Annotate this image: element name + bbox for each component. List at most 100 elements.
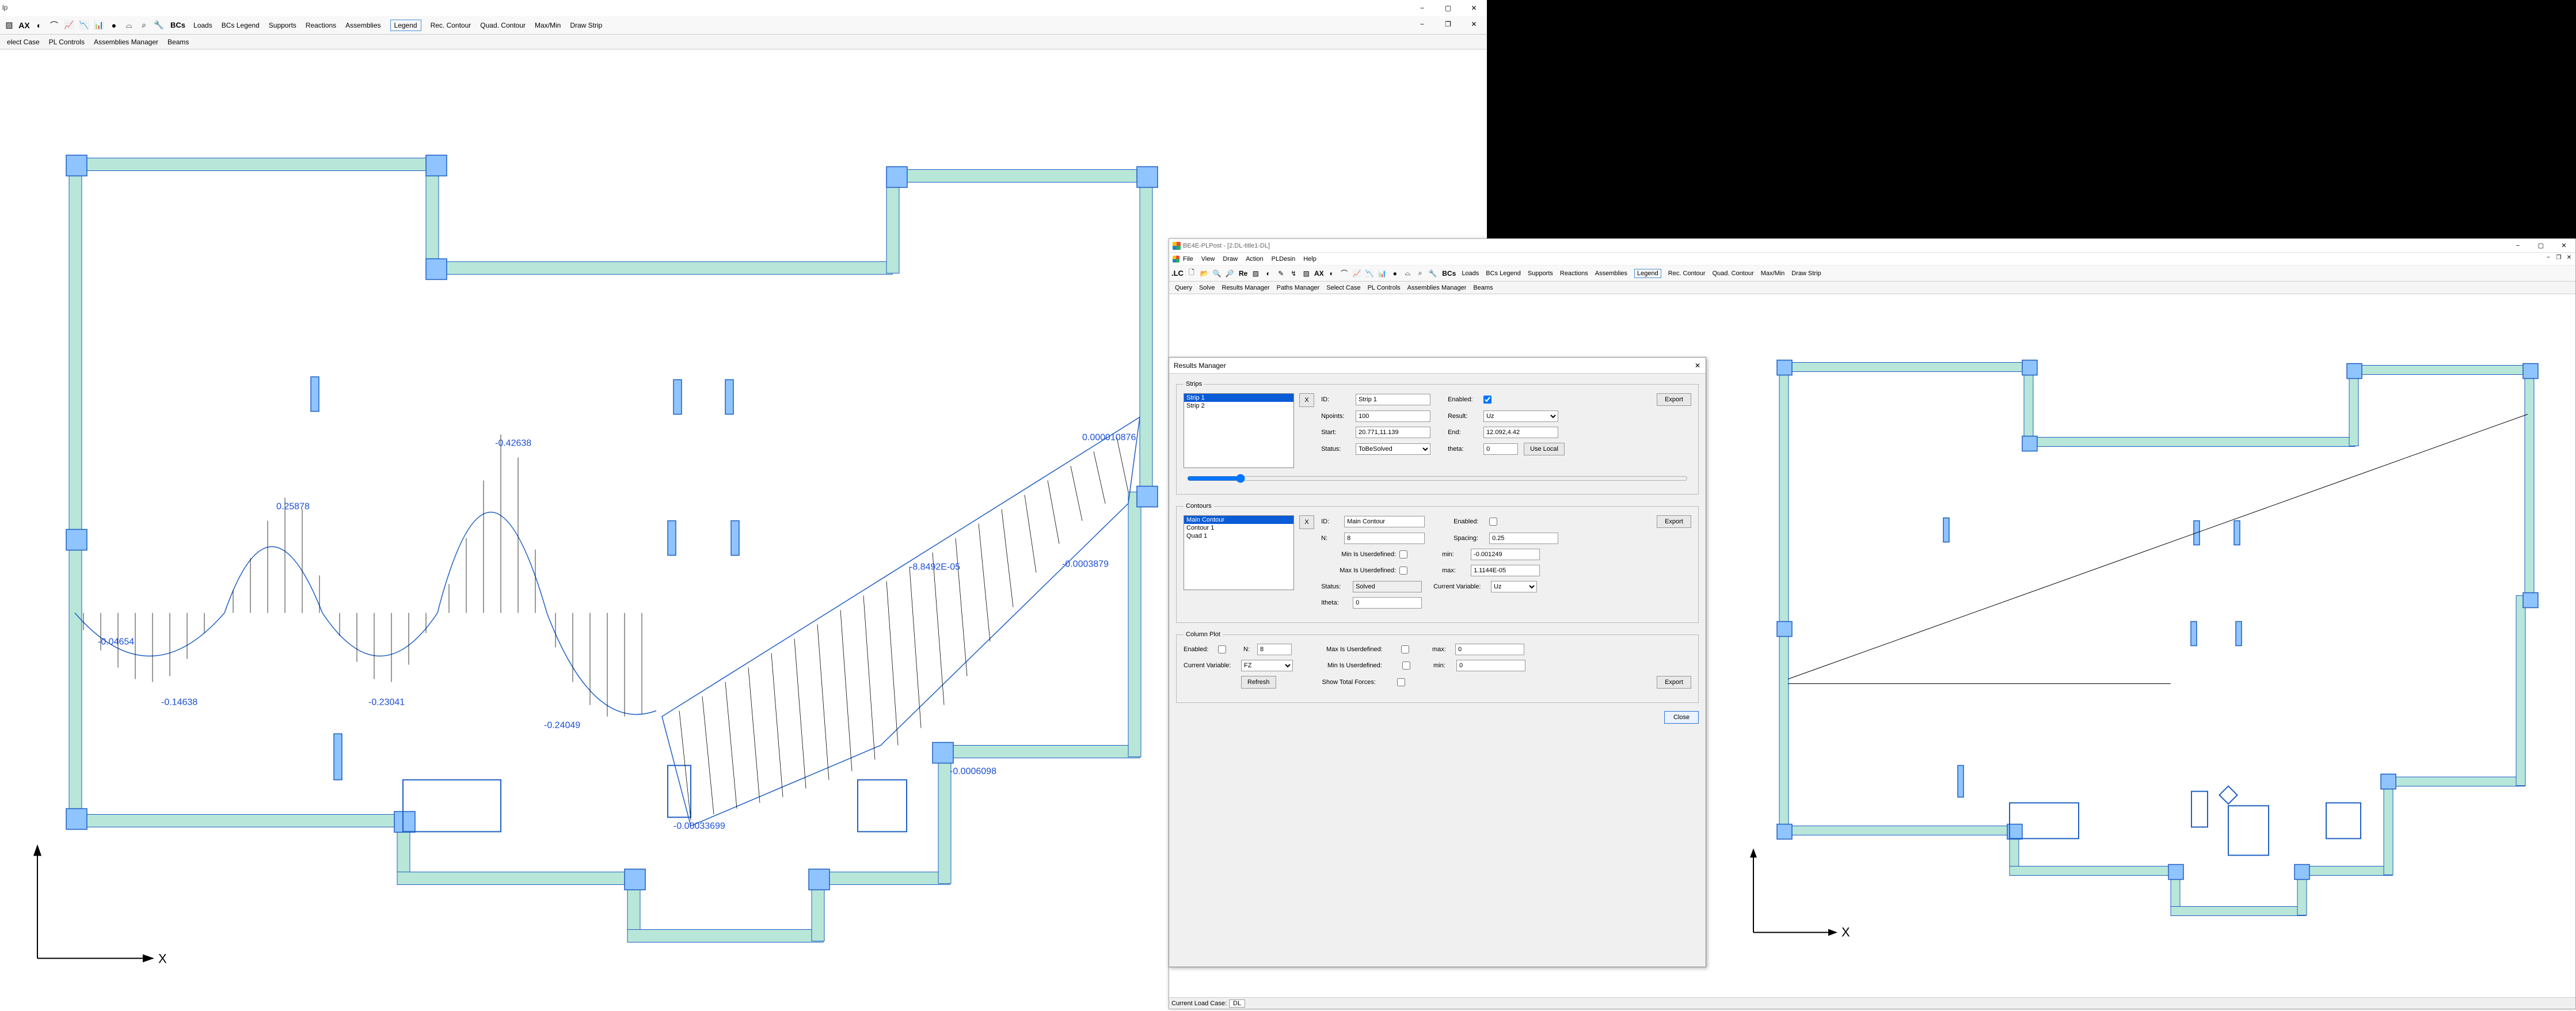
strips-start-input[interactable] [1356, 427, 1430, 438]
cp-refresh-button[interactable]: Refresh [1241, 676, 1276, 689]
toolbar2-assemblies-mgr[interactable]: Assemblies Manager [1407, 284, 1467, 291]
strips-npoints-input[interactable] [1356, 411, 1430, 422]
list-item[interactable]: Quad 1 [1184, 532, 1293, 540]
tool-icon-r5b[interactable]: AX [1313, 268, 1325, 279]
strips-slider[interactable] [1187, 474, 1688, 483]
strips-listbox[interactable]: Strip 1 Strip 2 [1184, 393, 1294, 468]
toolbar-btn-supports[interactable]: Supports [269, 21, 296, 29]
toolbar2-select-case[interactable]: Select Case [1326, 284, 1360, 291]
minimize-icon[interactable]: − [2506, 239, 2529, 253]
toolbar2-results-mgr[interactable]: Results Manager [1222, 284, 1270, 291]
tool-icon-chart3[interactable]: 📊 [92, 18, 106, 32]
tool-icon-r5[interactable]: ▨ [1300, 268, 1312, 279]
toolbar-btn-assemblies[interactable]: Assemblies [345, 21, 380, 29]
toolbar-btn-assemblies[interactable]: Assemblies [1595, 270, 1627, 277]
strips-result-select[interactable]: Uz [1483, 411, 1558, 422]
cp-max-input[interactable] [1455, 644, 1524, 655]
toolbar-btn-maxmin[interactable]: Max/Min [1761, 270, 1785, 277]
toolbar-btn-quad-contour[interactable]: Quad. Contour [480, 21, 526, 29]
contours-export-button[interactable]: Export [1657, 515, 1691, 528]
toolbar2-solve[interactable]: Solve [1199, 284, 1215, 291]
tool-icon-new[interactable]: 🗋 [1186, 268, 1197, 279]
tool-icon-r4[interactable]: ↯ [1288, 268, 1299, 279]
list-item[interactable]: Strip 2 [1184, 402, 1293, 410]
tool-icon-r12[interactable]: ⌓ [1402, 268, 1413, 279]
toolbar-btn-legend[interactable]: Legend [390, 20, 421, 31]
toolbar-btn-bcs-legend[interactable]: BCs Legend [1486, 270, 1521, 277]
toolbar-btn-supports[interactable]: Supports [1528, 270, 1553, 277]
menu-draw[interactable]: Draw [1223, 256, 1238, 263]
toolbar-btn-bcs-legend[interactable]: BCs Legend [222, 21, 260, 29]
mdi-restore-icon[interactable]: ❐ [1435, 16, 1461, 32]
contours-enabled-checkbox[interactable] [1489, 518, 1497, 526]
mdi-close-icon[interactable]: ✕ [1461, 16, 1487, 32]
strips-use-local-button[interactable]: Use Local [1524, 443, 1565, 455]
toolbar-btn-reactions[interactable]: Reactions [306, 21, 336, 29]
cp-export-button[interactable]: Export [1657, 676, 1691, 689]
tool-icon-arc2[interactable]: ⌓ [122, 18, 136, 32]
tool-icon-arc[interactable]: ⌒ [47, 18, 61, 32]
cp-min-input[interactable] [1456, 660, 1525, 671]
toolbar-btn-rec-contour[interactable]: Rec. Contour [1668, 270, 1706, 277]
cp-enabled-checkbox[interactable] [1218, 645, 1226, 653]
menu-pldesin[interactable]: PLDesin [1272, 256, 1296, 263]
close-icon[interactable]: ✕ [2552, 239, 2575, 253]
toolbar2-beams[interactable]: Beams [1473, 284, 1493, 291]
contours-spacing-input[interactable] [1489, 533, 1558, 544]
cp-n-input[interactable] [1257, 644, 1292, 655]
toolbar-btn-draw-strip[interactable]: Draw Strip [570, 21, 602, 29]
contours-remove-button[interactable]: X [1299, 515, 1314, 529]
contours-itheta-input[interactable] [1353, 597, 1422, 609]
mdi-restore-icon[interactable]: ❐ [2554, 254, 2564, 264]
dialog-close-button[interactable]: Close [1664, 711, 1699, 724]
contours-min-ud-checkbox[interactable] [1399, 550, 1407, 558]
strips-status-select[interactable]: ToBeSolved [1356, 443, 1430, 455]
tool-icon-r11[interactable]: ● [1389, 268, 1401, 279]
toolbar-btn-draw-strip[interactable]: Draw Strip [1791, 270, 1821, 277]
tool-icon-ax[interactable]: AX [17, 18, 31, 32]
tool-icon-arc3[interactable]: ⌕ [137, 18, 151, 32]
tool-icon-search[interactable]: 🔎 [1224, 268, 1235, 279]
toolbar-btn-loads[interactable]: Loads [193, 21, 212, 29]
mdi-min-icon[interactable]: − [1409, 16, 1435, 32]
list-item[interactable]: Main Contour [1184, 516, 1293, 524]
list-item[interactable]: Contour 1 [1184, 524, 1293, 532]
menu-view[interactable]: View [1201, 256, 1215, 263]
tool-icon-chart2[interactable]: 📉 [77, 18, 91, 32]
toolbar-btn-quad-contour[interactable]: Quad. Contour [1713, 270, 1754, 277]
contours-min-input[interactable] [1471, 549, 1540, 560]
tool-icon-r14[interactable]: 🔧 [1427, 268, 1439, 279]
dialog-close-icon[interactable]: ✕ [1692, 360, 1703, 371]
cp-min-ud-checkbox[interactable] [1402, 662, 1410, 670]
contours-max-input[interactable] [1471, 565, 1540, 576]
tool-icon-r1[interactable]: ▨ [1250, 268, 1261, 279]
tool-icon-wrench[interactable]: 🔧 [152, 18, 166, 32]
maximize-icon[interactable]: ▢ [1435, 0, 1461, 16]
toolbar2-assemblies-mgr[interactable]: Assemblies Manager [94, 38, 158, 46]
strips-id-input[interactable] [1356, 394, 1430, 405]
toolbar2-pl-controls[interactable]: PL Controls [1368, 284, 1401, 291]
strips-remove-button[interactable]: X [1299, 393, 1314, 407]
menu-file[interactable]: File [1183, 256, 1193, 263]
tool-icon-r13[interactable]: ⌕ [1414, 268, 1426, 279]
toolbar-btn-legend[interactable]: Legend [1634, 269, 1661, 278]
cp-show-total-checkbox[interactable] [1397, 678, 1405, 686]
toolbar2-select-case[interactable]: elect Case [7, 38, 40, 46]
toolbar-btn-rec-contour[interactable]: Rec. Contour [431, 21, 471, 29]
minimize-icon[interactable]: − [1409, 0, 1435, 16]
contours-curvar-select[interactable]: Uz [1491, 581, 1537, 592]
tool-icon-r6[interactable]: ◐ [1326, 268, 1337, 279]
strips-export-button[interactable]: Export [1657, 393, 1691, 406]
strips-enabled-checkbox[interactable] [1483, 396, 1491, 404]
toolbar-btn-loads[interactable]: Loads [1462, 270, 1479, 277]
list-item[interactable]: Strip 1 [1184, 394, 1293, 402]
cp-curvar-select[interactable]: FZ [1241, 660, 1293, 671]
tool-icon-r7[interactable]: ⌒ [1338, 268, 1350, 279]
toolbar-btn-maxmin[interactable]: Max/Min [535, 21, 561, 29]
tool-icon-r10[interactable]: 📊 [1376, 268, 1388, 279]
toolbar2-paths-mgr[interactable]: Paths Manager [1277, 284, 1320, 291]
toolbar2-query[interactable]: Query [1175, 284, 1192, 291]
strips-theta-input[interactable] [1483, 443, 1518, 455]
menu-action[interactable]: Action [1246, 256, 1264, 263]
tool-icon-r3[interactable]: ✎ [1275, 268, 1287, 279]
